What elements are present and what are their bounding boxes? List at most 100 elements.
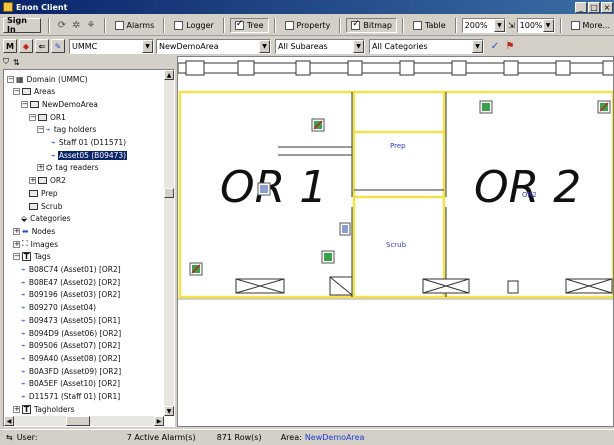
wall-fixture <box>555 60 571 76</box>
logger-checkbox[interactable] <box>174 20 184 30</box>
tree-item[interactable]: ⌁ B09270 (Asset04) <box>21 303 97 313</box>
tag-device-icon <box>311 118 325 132</box>
collapse-icon[interactable]: − <box>37 126 44 134</box>
sort-icon[interactable]: ⇅ <box>13 58 20 67</box>
status-bar: ⇆ User: 7 Active Alarm(s) 871 Row(s) Are… <box>0 429 614 445</box>
more-toggle[interactable]: More... <box>567 18 614 33</box>
tree-item[interactable]: + ⛭ tag readers <box>37 163 100 173</box>
alarms-toggle[interactable]: Alarms <box>111 18 159 33</box>
refresh-icon[interactable]: ⟳ <box>55 18 68 32</box>
sign-in-button[interactable]: Sign In <box>3 16 42 34</box>
tree-item[interactable]: + ⛶ Images <box>13 239 59 249</box>
tree-item[interactable]: ⌁ B08E47 (Asset02) [OR2] <box>21 277 121 287</box>
close-button[interactable]: × <box>601 1 613 13</box>
tree-item[interactable]: ⌁ B09A40 (Asset08) [OR2] <box>21 353 122 363</box>
tree-item[interactable]: ⌁ B0A3FD (Asset09) [OR2] <box>21 366 122 376</box>
tree-horizontal-scrollbar[interactable]: ◀ ▶ <box>4 416 164 426</box>
more-checkbox[interactable] <box>570 20 580 30</box>
chevron-down-icon[interactable]: ▼ <box>259 39 270 53</box>
filter-icon[interactable]: ⛉ <box>3 57 9 67</box>
tree-item[interactable]: + ⬌ Nodes <box>13 226 56 236</box>
floor-map[interactable]: OR 1 OR 2 Prep Scrub OR2 <box>177 56 614 427</box>
tree-item[interactable]: + T Tagholders <box>13 404 76 414</box>
floor-plan-canvas[interactable]: OR 1 OR 2 Prep Scrub OR2 <box>178 57 614 427</box>
tree-item[interactable]: − T Tags <box>13 252 52 262</box>
tree-item[interactable]: ⌁ B0A5EF (Asset10) [OR2] <box>21 379 121 389</box>
tree-item[interactable]: ⌁ B09196 (Asset03) [OR2] <box>21 290 121 300</box>
domain-value: UMMC <box>72 41 98 51</box>
tree-item[interactable]: Scrub <box>29 201 63 211</box>
tree-item[interactable]: − ⌁ tag holders <box>37 125 97 135</box>
bitmap-checkbox[interactable] <box>351 19 361 30</box>
tree-item[interactable]: Prep <box>29 188 59 198</box>
collapse-icon[interactable]: − <box>7 75 14 83</box>
back-icon[interactable]: ⇐ <box>35 39 49 53</box>
scale-select[interactable]: 100% ▼ <box>516 17 555 33</box>
expand-icon[interactable]: + <box>29 177 36 185</box>
settings-icon[interactable]: ✲ <box>70 18 83 32</box>
collapse-icon[interactable]: − <box>29 113 36 121</box>
tree-toggle[interactable]: Tree <box>229 17 269 33</box>
tree-item[interactable]: ⌁ Asset05 (B09473) <box>51 150 128 160</box>
tree-item[interactable]: ⬙ Categories <box>21 214 72 224</box>
chevron-down-icon[interactable]: ▼ <box>493 18 505 32</box>
tree-item[interactable]: ⌁ B09506 (Asset07) [OR2] <box>21 341 121 351</box>
maximize-button[interactable]: □ <box>588 1 600 13</box>
scroll-left-icon[interactable]: ◀ <box>4 416 14 426</box>
edit-icon[interactable]: ✎ <box>51 39 65 53</box>
expand-icon[interactable]: + <box>13 227 20 235</box>
property-toggle[interactable]: Property <box>281 18 335 33</box>
tree-item[interactable]: ⌁ B094D9 (Asset06) [OR2] <box>21 328 122 338</box>
tree-checkbox[interactable] <box>234 19 244 30</box>
box-icon <box>38 113 47 121</box>
minimize-button[interactable]: _ <box>575 1 587 13</box>
tag-icon[interactable]: ◆ <box>19 39 33 53</box>
tree-item[interactable]: ⌁ B09473 (Asset05) [OR1] <box>21 315 121 325</box>
property-checkbox[interactable] <box>284 20 294 30</box>
scroll-thumb[interactable] <box>66 416 90 426</box>
subarea-select[interactable]: All Subareas ▼ <box>275 38 365 54</box>
tree-item[interactable]: − Areas <box>13 87 56 97</box>
toolbar-separator <box>559 17 562 33</box>
table-checkbox[interactable] <box>412 20 422 30</box>
m-button[interactable]: M <box>3 39 17 53</box>
check-icon[interactable]: ✓ <box>488 39 502 53</box>
bitmap-toggle[interactable]: Bitmap <box>346 17 397 33</box>
category-select[interactable]: All Categories ▼ <box>369 38 484 54</box>
box-icon <box>29 202 38 210</box>
collapse-icon[interactable]: − <box>13 253 20 261</box>
tree-panel: − ▦ Domain (UMMC) − Areas − NewDemoArea − OR1 − ⌁ t… <box>3 69 175 427</box>
tree-item[interactable]: − OR1 <box>29 112 67 122</box>
tree-item[interactable]: ⌁ B08C74 (Asset01) [OR2] <box>21 265 122 275</box>
chevron-down-icon[interactable]: ▼ <box>472 39 483 53</box>
flag-icon[interactable]: ⚑ <box>503 39 517 53</box>
tree-item[interactable]: ⌁ Staff 01 (D11571) <box>51 138 127 148</box>
tree-item[interactable]: + OR2 <box>29 176 67 186</box>
scroll-up-icon[interactable]: ▲ <box>164 70 174 80</box>
scroll-thumb[interactable] <box>164 188 174 198</box>
chevron-down-icon[interactable]: ▼ <box>353 39 364 53</box>
logger-toggle[interactable]: Logger <box>170 18 218 33</box>
expand-icon[interactable]: + <box>13 240 20 248</box>
alarms-checkbox[interactable] <box>114 20 124 30</box>
tree-item[interactable]: − NewDemoArea <box>21 99 99 109</box>
box-icon <box>29 189 38 197</box>
network-icon[interactable]: ⚘ <box>84 18 97 32</box>
wall-fixture <box>237 60 255 76</box>
table-toggle[interactable]: Table <box>409 18 450 33</box>
tree-item[interactable]: − ▦ Domain (UMMC) <box>7 74 89 84</box>
collapse-icon[interactable]: − <box>13 88 20 96</box>
expand-icon[interactable]: + <box>37 164 44 172</box>
scroll-right-icon[interactable]: ▶ <box>154 416 164 426</box>
area-select[interactable]: NewDemoArea ▼ <box>156 38 271 54</box>
chevron-down-icon[interactable]: ▼ <box>142 39 153 53</box>
tag-icon: ⌁ <box>21 379 26 389</box>
tree-item[interactable]: ⌁ D11571 (Staff 01) [OR1] <box>21 392 121 402</box>
scroll-down-icon[interactable]: ▼ <box>164 406 174 416</box>
chevron-down-icon[interactable]: ▼ <box>542 18 554 32</box>
domain-select[interactable]: UMMC ▼ <box>69 38 154 54</box>
zoom-select[interactable]: 200% ▼ <box>461 17 506 33</box>
expand-icon[interactable]: + <box>13 405 20 413</box>
tree-vertical-scrollbar[interactable]: ▲ ▼ <box>164 70 174 416</box>
collapse-icon[interactable]: − <box>21 100 28 108</box>
